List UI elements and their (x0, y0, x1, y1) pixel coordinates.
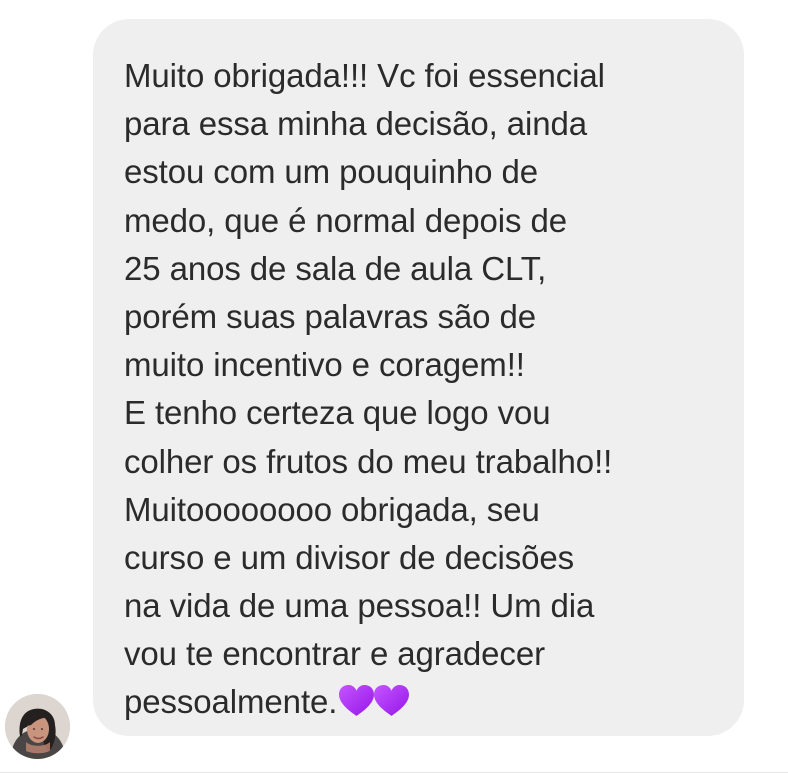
message-line: vou te encontrar e agradecer (124, 635, 545, 673)
received-message-row: Muito obrigada!!! Vc foi essencial para … (0, 0, 788, 779)
message-line: na vida de uma pessoa!! Um dia (124, 587, 595, 625)
message-final-line: pessoalmente. (124, 678, 722, 726)
profile-photo-avatar-icon (5, 694, 70, 759)
purple-heart-icon (339, 685, 375, 717)
message-line: curso e um divisor de decisões (124, 538, 575, 576)
message-bubble[interactable]: Muito obrigada!!! Vc foi essencial para … (93, 19, 744, 736)
message-line: porém suas palavras são de (124, 297, 536, 335)
message-line: colher os frutos do meu trabalho!! (124, 442, 613, 480)
message-line: 25 anos de sala de aula CLT, (124, 249, 547, 287)
bottom-divider (0, 772, 788, 773)
message-line: Muito obrigada!!! Vc foi essencial (124, 57, 605, 94)
message-line: muito incentivo e coragem!! (124, 346, 525, 384)
message-final-text: pessoalmente. (124, 683, 338, 721)
message-line: estou com um pouquinho de (124, 153, 538, 191)
chat-screen: Muito obrigada!!! Vc foi essencial para … (0, 0, 788, 779)
message-line: Muitoooooooo obrigada, seu (124, 490, 540, 528)
message-line: para essa minha decisão, ainda (124, 105, 587, 143)
message-line: E tenho certeza que logo vou (124, 394, 551, 432)
message-line: medo, que é normal depois de (124, 201, 567, 239)
sender-avatar[interactable] (5, 694, 70, 759)
purple-heart-icon (374, 685, 410, 717)
